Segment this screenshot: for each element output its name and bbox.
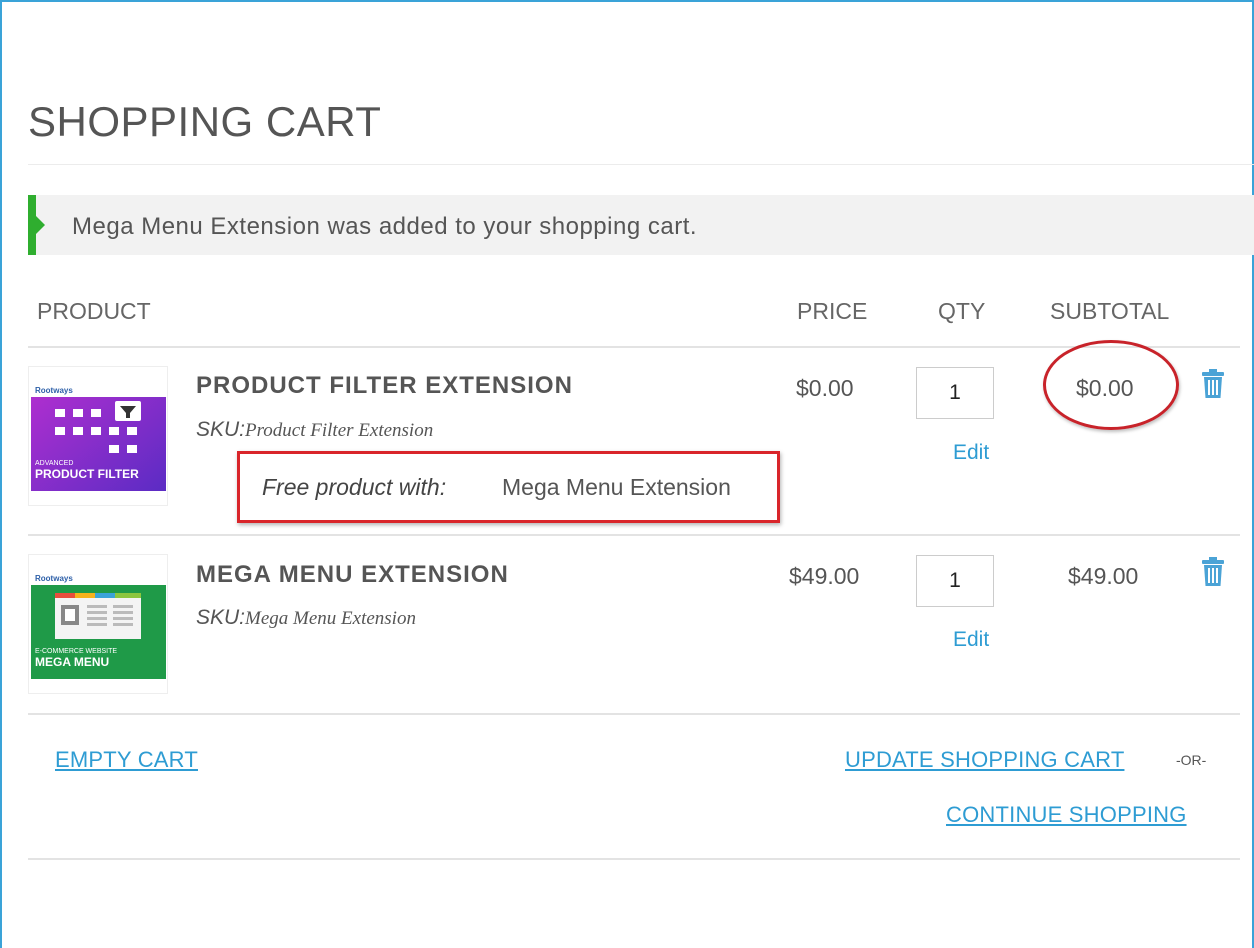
- header-qty: QTY: [938, 298, 986, 324]
- title-divider: [28, 164, 1254, 165]
- item-price: $49.00: [789, 563, 860, 589]
- thumb-brand: Rootways: [35, 386, 73, 395]
- continue-shopping-link[interactable]: CONTINUE SHOPPING: [946, 802, 1187, 828]
- product-sku: SKU:Mega Menu Extension: [196, 606, 416, 630]
- mega-menu-thumbnail-image: Rootways E-COMMERCE WEBSITE MEGA MENU: [31, 569, 166, 679]
- free-product-value: Mega Menu Extension: [502, 474, 731, 500]
- product-thumbnail[interactable]: Rootways E-COMMERCE WEBSITE MEGA MENU: [28, 554, 168, 694]
- table-header-divider: [28, 346, 1240, 348]
- thumb-line1: ADVANCED: [35, 460, 73, 467]
- product-sku: SKU:Product Filter Extension: [196, 418, 433, 442]
- item-subtotal: $0.00: [1076, 375, 1134, 401]
- header-product: PRODUCT: [37, 298, 151, 324]
- success-indicator-bar: [28, 195, 36, 255]
- thumb-line2: PRODUCT FILTER: [35, 467, 139, 481]
- update-shopping-cart-link[interactable]: UPDATE SHOPPING CART: [845, 747, 1124, 773]
- product-name[interactable]: MEGA MENU EXTENSION: [196, 561, 509, 589]
- trash-icon[interactable]: [1200, 368, 1226, 400]
- free-product-highlight: Free product with: Mega Menu Extension: [237, 451, 780, 523]
- sku-label: SKU:: [196, 418, 246, 441]
- thumb-brand: Rootways: [35, 574, 73, 583]
- edit-link[interactable]: Edit: [953, 441, 989, 465]
- item-price: $0.00: [796, 375, 854, 401]
- or-separator: -OR-: [1176, 752, 1207, 768]
- thumb-line1: E-COMMERCE WEBSITE: [35, 648, 117, 655]
- success-arrow-icon: [36, 216, 45, 234]
- product-thumbnail[interactable]: Rootways ADVANCED PRODUCT FILTER: [28, 366, 168, 506]
- sku-value: Product Filter Extension: [245, 420, 434, 441]
- thumb-line2: MEGA MENU: [35, 655, 109, 669]
- sku-label: SKU:: [196, 606, 246, 629]
- row-divider: [28, 534, 1240, 536]
- product-name[interactable]: PRODUCT FILTER EXTENSION: [196, 372, 573, 400]
- quantity-input[interactable]: 1: [916, 367, 994, 419]
- success-message: Mega Menu Extension was added to your sh…: [28, 195, 1254, 255]
- empty-cart-link[interactable]: EMPTY CART: [55, 747, 198, 773]
- edit-link[interactable]: Edit: [953, 628, 989, 652]
- quantity-input[interactable]: 1: [916, 555, 994, 607]
- actions-bottom-divider: [28, 858, 1240, 860]
- trash-icon[interactable]: [1200, 556, 1226, 588]
- product-filter-thumbnail-image: Rootways ADVANCED PRODUCT FILTER: [31, 381, 166, 491]
- sku-value: Mega Menu Extension: [245, 608, 416, 629]
- cart-items-bottom-divider: [28, 713, 1240, 715]
- free-product-label: Free product with:: [262, 474, 447, 500]
- header-price: PRICE: [797, 298, 868, 324]
- page-title: SHOPPING CART: [28, 98, 382, 145]
- header-subtotal: SUBTOTAL: [1050, 298, 1170, 324]
- item-subtotal: $49.00: [1068, 563, 1139, 589]
- success-message-text: Mega Menu Extension was added to your sh…: [72, 213, 698, 240]
